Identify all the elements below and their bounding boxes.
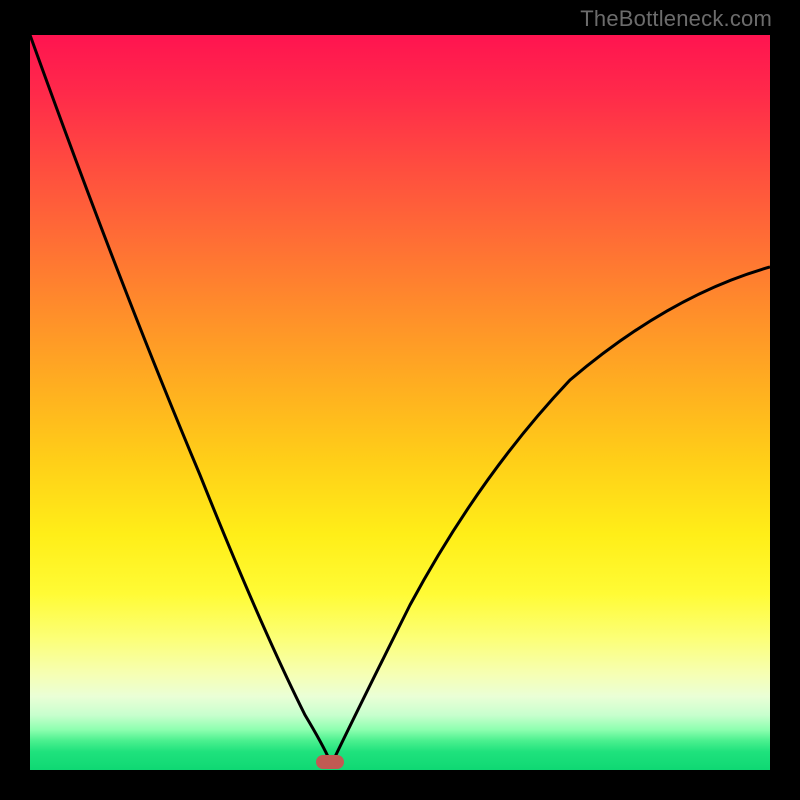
optimum-marker [316,755,344,769]
bottleneck-curve-right [333,267,770,761]
bottleneck-curve-left [30,35,330,761]
plot-area [30,35,770,770]
curve-layer [30,35,770,770]
chart-frame: TheBottleneck.com [0,0,800,800]
watermark-text: TheBottleneck.com [580,6,772,32]
